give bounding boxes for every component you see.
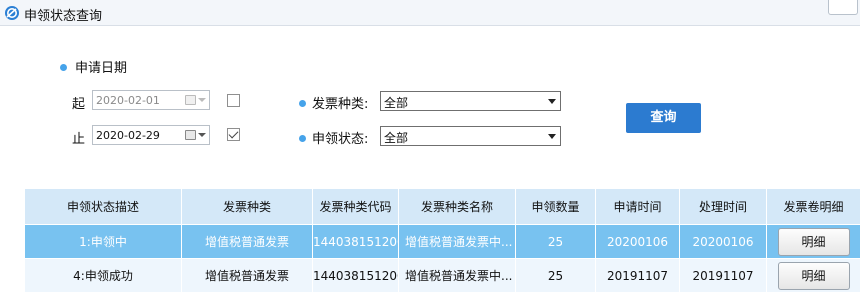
start-date-field[interactable]: 2020-02-01 <box>92 90 210 110</box>
status-label: 申领状态: <box>299 128 368 147</box>
column-header[interactable]: 申领数量 <box>515 188 596 225</box>
end-date-checkbox[interactable] <box>227 128 240 141</box>
end-date-value: 2020-02-29 <box>96 129 160 142</box>
code-cell: 144038151200 <box>312 224 399 259</box>
calendar-dropdown-icon[interactable] <box>185 93 207 107</box>
process-time-cell: 20191107 <box>679 258 767 293</box>
column-header[interactable]: 发票种类名称 <box>398 188 516 225</box>
process-time-cell: 20200106 <box>679 224 767 259</box>
chevron-down-icon <box>198 98 206 102</box>
apply-time-cell: 20191107 <box>595 258 680 293</box>
app-logo-icon <box>5 6 19 20</box>
chevron-down-icon <box>198 133 206 137</box>
invoice-type-label: 发票种类: <box>299 93 368 112</box>
bullet-icon <box>60 64 67 71</box>
type-cell: 增值税普通发票 <box>181 224 313 259</box>
detail-cell: 明细 <box>766 224 860 259</box>
bullet-icon <box>299 135 306 142</box>
calendar-icon <box>185 130 196 140</box>
bullet-icon <box>299 100 306 107</box>
status-value: 全部 <box>384 131 409 145</box>
apply-date-section: 申请日期 <box>60 57 127 76</box>
column-header[interactable]: 发票卷明细 <box>766 188 860 225</box>
detail-cell: 明细 <box>766 258 860 293</box>
calendar-dropdown-icon[interactable] <box>185 128 207 142</box>
invoice-type-select[interactable]: 全部 <box>380 91 561 111</box>
name-cell: 增值税普通发票中... <box>398 224 516 259</box>
column-header[interactable]: 发票种类代码 <box>312 188 399 225</box>
status-select[interactable]: 全部 <box>380 126 561 146</box>
query-button[interactable]: 查询 <box>626 103 701 133</box>
detail-button[interactable]: 明细 <box>777 227 850 256</box>
name-cell: 增值税普通发票中... <box>398 258 516 293</box>
type-cell: 增值税普通发票 <box>181 258 313 293</box>
start-date-label: 起 <box>72 97 86 112</box>
start-date-value: 2020-02-01 <box>96 94 160 107</box>
section-label: 申请日期 <box>75 61 128 76</box>
end-date-label: 止 <box>72 132 86 147</box>
table-row[interactable]: 1:申领中 增值税普通发票 144038151200 增值税普通发票中... 2… <box>24 224 860 259</box>
calendar-icon <box>185 95 196 105</box>
chevron-down-icon <box>548 99 556 104</box>
chevron-down-icon <box>548 134 556 139</box>
window-title: 申领状态查询 <box>24 9 103 24</box>
code-cell: 144038151200 <box>312 258 399 293</box>
query-window: 申领状态查询 申请日期 起 2020-02-01 止 2020-02-29 发票… <box>0 0 860 297</box>
column-header[interactable]: 发票种类 <box>181 188 313 225</box>
table-row[interactable]: 4:申领成功 增值税普通发票 144038151200 增值税普通发票中... … <box>24 258 860 293</box>
title-bar: 申领状态查询 <box>0 0 860 26</box>
qty-cell: 25 <box>515 258 596 293</box>
column-header[interactable]: 处理时间 <box>679 188 767 225</box>
status-cell: 1:申领中 <box>24 224 182 259</box>
start-date-checkbox[interactable] <box>227 94 240 107</box>
close-icon[interactable] <box>828 0 858 15</box>
column-header[interactable]: 申请时间 <box>595 188 680 225</box>
end-date-field[interactable]: 2020-02-29 <box>92 125 210 145</box>
qty-cell: 25 <box>515 224 596 259</box>
status-cell: 4:申领成功 <box>24 258 182 293</box>
detail-button[interactable]: 明细 <box>777 261 850 290</box>
result-table: 申领状态描述 发票种类 发票种类代码 发票种类名称 申领数量 申请时间 处理时间… <box>24 188 860 293</box>
table-header-row: 申领状态描述 发票种类 发票种类代码 发票种类名称 申领数量 申请时间 处理时间… <box>24 188 860 225</box>
invoice-type-value: 全部 <box>384 96 409 110</box>
apply-time-cell: 20200106 <box>595 224 680 259</box>
column-header[interactable]: 申领状态描述 <box>24 188 182 225</box>
